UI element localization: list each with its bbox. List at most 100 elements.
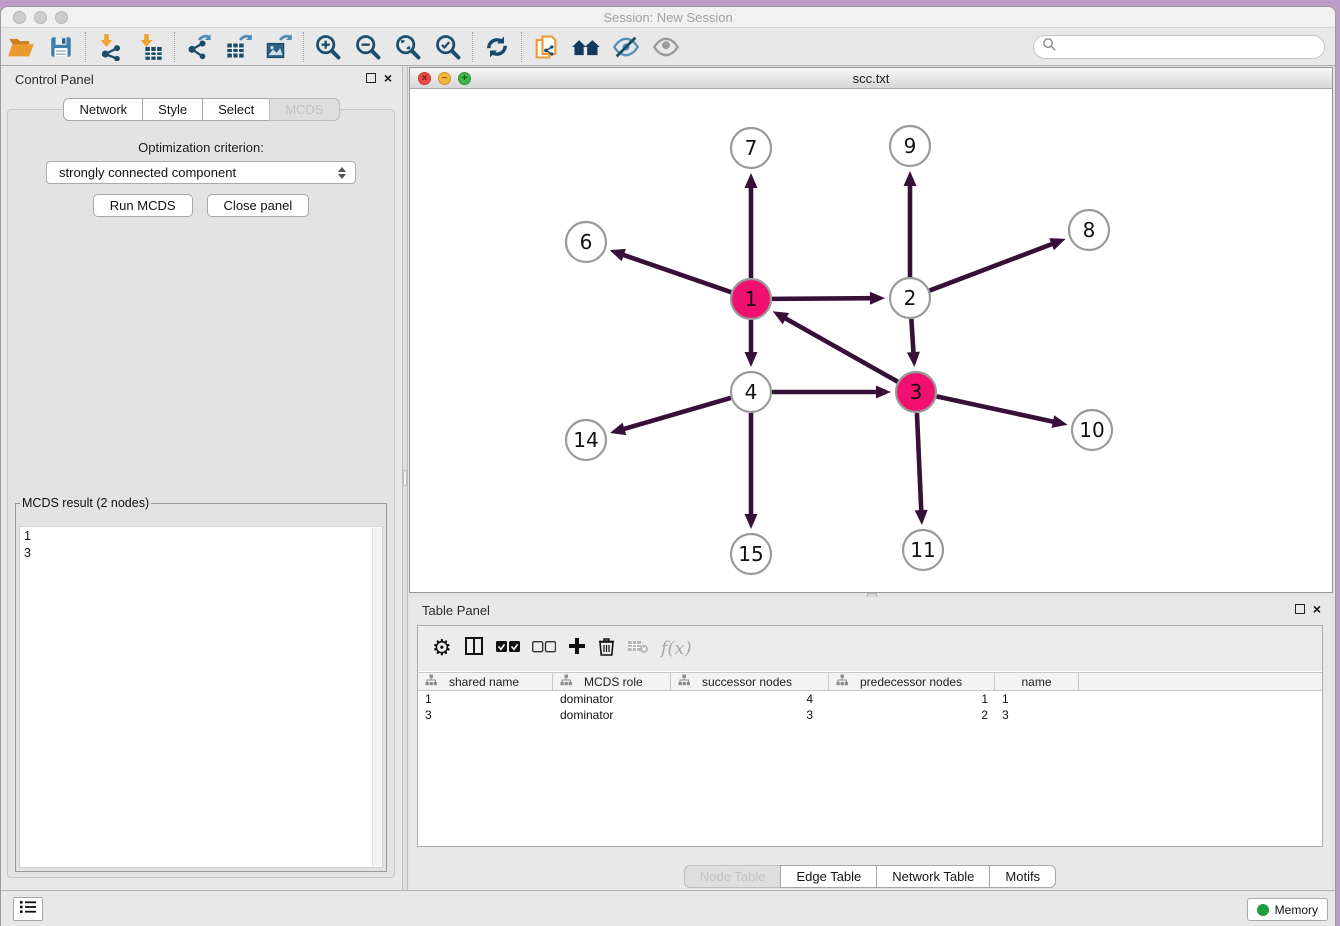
open-session-button[interactable] — [1, 31, 41, 63]
svg-text:10: 10 — [1079, 418, 1104, 442]
delete-column-button[interactable] — [598, 637, 615, 661]
tab-mcds[interactable]: MCDS — [269, 98, 339, 121]
column-header-label: shared name — [449, 675, 519, 689]
graph-node-1[interactable]: 1 — [731, 279, 771, 319]
tab-network-table[interactable]: Network Table — [876, 865, 990, 888]
graph-node-2[interactable]: 2 — [890, 278, 930, 318]
tab-style[interactable]: Style — [142, 98, 203, 121]
zoom-out-button[interactable] — [348, 31, 388, 63]
tab-select[interactable]: Select — [202, 98, 270, 121]
column-header-MCDS-role[interactable]: MCDS role — [553, 673, 671, 690]
edge-1-6[interactable] — [610, 249, 732, 292]
refresh-button[interactable] — [477, 31, 517, 63]
splitter-grip[interactable] — [403, 470, 407, 486]
export-network-button[interactable] — [179, 31, 219, 63]
graph-node-14[interactable]: 14 — [566, 420, 606, 460]
svg-text:2: 2 — [904, 286, 917, 310]
toolbar-separator — [85, 32, 86, 62]
result-scrollbar[interactable] — [372, 528, 381, 866]
column-header-name[interactable]: name — [995, 673, 1079, 690]
close-table-panel-icon[interactable]: × — [1313, 604, 1321, 614]
create-column-button[interactable] — [568, 637, 586, 660]
column-header-label: predecessor nodes — [860, 675, 962, 689]
mcds-result-text[interactable]: 13 — [19, 526, 383, 868]
zoom-fit-button[interactable] — [388, 31, 428, 63]
list-icon — [19, 900, 37, 919]
criterion-dropdown[interactable]: strongly connected component — [46, 161, 356, 184]
close-panel-button[interactable]: Close panel — [207, 194, 310, 217]
edge-3-10[interactable] — [937, 396, 1068, 427]
network-canvas[interactable]: 7 9 6 8 1 2 4 3 14 10 15 11 — [410, 89, 1332, 592]
import-table-button[interactable] — [130, 31, 170, 63]
svg-text:7: 7 — [745, 136, 758, 160]
edge-1-4[interactable] — [745, 320, 758, 367]
edge-2-3[interactable] — [907, 319, 920, 367]
edge-4-14[interactable] — [610, 398, 731, 435]
table-settings-button[interactable]: ⚙ — [432, 638, 452, 660]
app-window: Session: New Session — [0, 6, 1336, 926]
save-session-button[interactable] — [41, 31, 81, 63]
table-panel: Table Panel × ⚙ f(x) — [409, 597, 1331, 890]
node-table: shared name MCDS rolesuccessor nodes prede… — [418, 672, 1322, 846]
export-network-icon — [185, 33, 213, 61]
graph-node-7[interactable]: 7 — [731, 128, 771, 168]
select-all-columns-button[interactable] — [496, 640, 520, 658]
edge-1-7[interactable] — [745, 173, 758, 278]
control-panel-title: Control Panel — [15, 72, 94, 87]
graph-node-6[interactable]: 6 — [566, 222, 606, 262]
documents-share-icon — [532, 33, 560, 61]
graph-node-15[interactable]: 15 — [731, 534, 771, 574]
show-columns-button[interactable] — [464, 636, 484, 661]
zoom-selected-icon — [434, 33, 462, 61]
edge-3-11[interactable] — [915, 413, 928, 525]
table-cell: 1 — [829, 691, 995, 707]
column-header-successor-nodes[interactable]: successor nodes — [671, 673, 829, 690]
column-header-predecessor-nodes[interactable]: predecessor nodes — [829, 673, 995, 690]
svg-text:8: 8 — [1083, 218, 1096, 242]
run-mcds-button[interactable]: Run MCDS — [93, 194, 193, 217]
svg-text:15: 15 — [738, 542, 763, 566]
refresh-icon — [483, 33, 511, 61]
float-table-panel-icon[interactable] — [1295, 604, 1305, 614]
edge-4-15[interactable] — [745, 413, 758, 529]
graph-node-4[interactable]: 4 — [731, 372, 771, 412]
zoom-in-button[interactable] — [308, 31, 348, 63]
memory-button-label: Memory — [1275, 903, 1318, 917]
export-image-button[interactable] — [259, 31, 299, 63]
tab-edge-table[interactable]: Edge Table — [780, 865, 877, 888]
zoom-selected-button[interactable] — [428, 31, 468, 63]
column-header-shared-name[interactable]: shared name — [418, 673, 553, 690]
edge-3-1[interactable] — [773, 311, 898, 381]
memory-button[interactable]: Memory — [1247, 898, 1328, 921]
import-network-button[interactable] — [90, 31, 130, 63]
task-history-button[interactable] — [13, 897, 43, 921]
table-cell: 1 — [995, 691, 1079, 707]
tab-node-table[interactable]: Node Table — [684, 865, 782, 888]
clone-network-button[interactable] — [526, 31, 566, 63]
graph-node-10[interactable]: 10 — [1072, 410, 1112, 450]
deselect-all-columns-button[interactable] — [532, 640, 556, 658]
unchecked-boxes-icon — [532, 640, 556, 658]
graph-node-3[interactable]: 3 — [896, 372, 936, 412]
table-row[interactable]: 1dominator411 — [418, 691, 1322, 707]
graph-node-9[interactable]: 9 — [890, 126, 930, 166]
float-panel-icon[interactable] — [366, 73, 376, 83]
edge-2-8[interactable] — [930, 238, 1066, 290]
graph-node-11[interactable]: 11 — [903, 530, 943, 570]
tab-network[interactable]: Network — [63, 98, 143, 121]
edge-4-3[interactable] — [772, 386, 891, 399]
hide-selected-button[interactable] — [606, 31, 646, 63]
table-row[interactable]: 3dominator323 — [418, 707, 1322, 723]
checked-boxes-icon — [496, 640, 520, 658]
edge-2-9[interactable] — [904, 171, 917, 277]
table-cell: dominator — [553, 691, 671, 707]
home-button[interactable] — [566, 31, 606, 63]
zoom-fit-icon — [394, 33, 422, 61]
show-all-button[interactable] — [646, 31, 686, 63]
edge-1-2[interactable] — [772, 292, 885, 305]
close-panel-icon[interactable]: × — [384, 73, 392, 83]
graph-node-8[interactable]: 8 — [1069, 210, 1109, 250]
tab-motifs[interactable]: Motifs — [989, 865, 1056, 888]
search-input[interactable] — [1033, 35, 1325, 59]
export-table-button[interactable] — [219, 31, 259, 63]
